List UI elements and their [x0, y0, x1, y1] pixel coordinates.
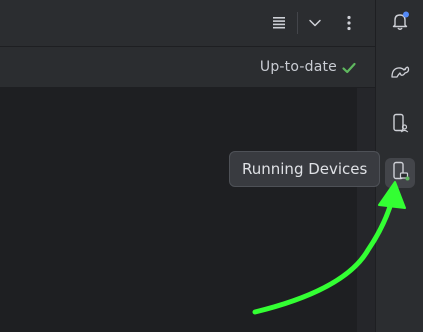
right-tool-window-strip [375, 0, 423, 332]
toolbar-divider [297, 12, 298, 34]
gradle-icon [389, 60, 411, 86]
running-devices-tooltip: Running Devices [229, 151, 381, 187]
gradle-button[interactable] [385, 58, 415, 88]
running-devices-button[interactable] [385, 158, 415, 188]
list-icon[interactable] [267, 11, 291, 35]
notifications-icon [389, 10, 411, 36]
chevron-down-icon[interactable] [303, 11, 327, 35]
sync-status-label: Up-to-date [259, 59, 337, 75]
device-manager-icon [389, 112, 411, 138]
running-devices-icon [389, 160, 411, 186]
device-manager-button[interactable] [385, 110, 415, 140]
notifications-button[interactable] [385, 8, 415, 38]
ide-window: Up-to-date Running Devices [0, 0, 423, 332]
check-icon [341, 60, 357, 76]
editor-area [0, 88, 357, 332]
scrollbar-track[interactable] [357, 88, 375, 332]
editor-toolbar [0, 0, 375, 46]
more-vertical-icon[interactable] [337, 11, 361, 35]
sync-status-bar: Up-to-date [0, 46, 375, 88]
